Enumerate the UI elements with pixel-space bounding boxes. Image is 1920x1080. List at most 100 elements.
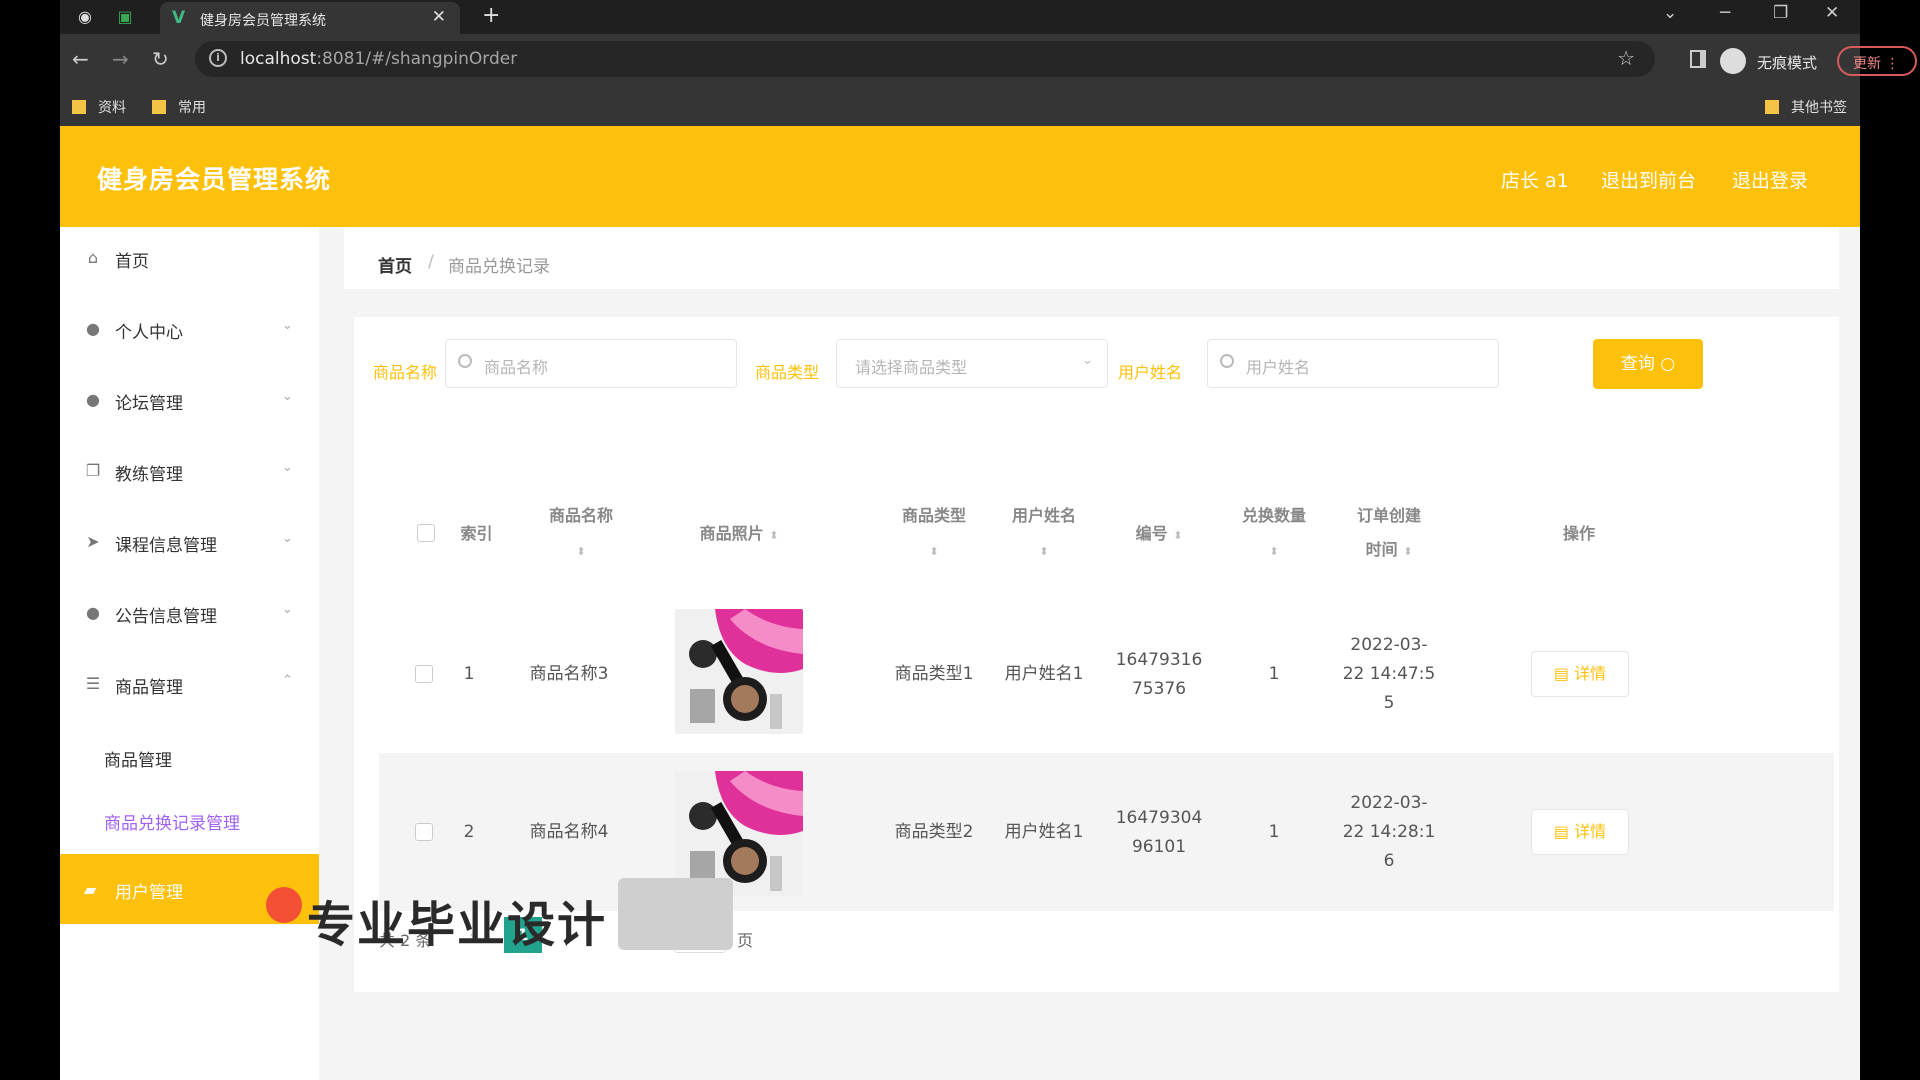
chevron-down-icon: ⌄ [282, 460, 293, 475]
table-row: 1 商品名称3 商品类型1 用户姓名1 16479316 75376 1 202… [379, 595, 1834, 753]
cell-name: 商品名称4 [529, 822, 609, 842]
header-user-link[interactable]: 店长 a1 [1501, 166, 1569, 193]
star-icon[interactable]: ☆ [1617, 46, 1635, 70]
user-icon: ● [86, 319, 100, 338]
product-photo [675, 609, 803, 734]
folder-icon [1765, 100, 1779, 114]
breadcrumb-separator: / [428, 252, 434, 272]
copy-icon: ❐ [85, 461, 101, 480]
close-tab-icon[interactable]: ✕ [432, 7, 446, 27]
sidebar-subitem-goods[interactable]: 商品管理 [104, 746, 172, 771]
sidebar-subitem-exchange[interactable]: 商品兑换记录管理 [104, 809, 240, 834]
forward-icon[interactable]: → [112, 47, 129, 71]
goods-type-select[interactable]: 请选择商品类型 ⌄ [836, 339, 1108, 388]
doc-icon: ▤ [1553, 822, 1569, 841]
send-icon: ➤ [86, 532, 100, 551]
cursor-highlight [266, 887, 302, 923]
address-bar: ← → ↻ i localhost:8081/#/shangpinOrder ☆ [60, 34, 1860, 86]
col-index: 索引 [460, 524, 493, 543]
col-photo[interactable]: 商品照片 ⬍ [639, 517, 839, 553]
detail-button[interactable]: ▤ 详情 [1531, 651, 1629, 697]
user-name-input[interactable]: 用户姓名 [1207, 339, 1499, 388]
col-code[interactable]: 编号 ⬍ [1109, 517, 1209, 553]
query-button[interactable]: 查询 ○ [1593, 339, 1703, 389]
vue-icon: V [172, 8, 186, 28]
home-icon: ⌂ [87, 248, 99, 267]
globe-icon[interactable]: ◉ [74, 6, 96, 28]
back-icon[interactable]: ← [72, 47, 89, 71]
breadcrumb: 首页 / 商品兑换记录 [344, 227, 1839, 289]
sidepanel-icon[interactable] [1690, 50, 1706, 68]
folder-icon [72, 100, 86, 114]
sort-icon[interactable]: ⬍ [1403, 535, 1412, 569]
cell-qty: 1 [1268, 822, 1280, 842]
sidebar-item-course[interactable]: ➤ 课程信息管理 ⌄ [60, 511, 319, 571]
col-type[interactable]: 商品类型 ⬍ [879, 499, 989, 569]
other-bookmarks[interactable]: 其他书签 [1765, 97, 1847, 117]
sidebar-item-forum[interactable]: ● 论坛管理 ⌄ [60, 369, 319, 429]
close-window-icon[interactable]: ✕ [1825, 3, 1839, 23]
cell-qty: 1 [1268, 664, 1280, 684]
goods-name-input[interactable]: 商品名称 [445, 339, 737, 388]
sidebar-item-notice[interactable]: ● 公告信息管理 ⌄ [60, 582, 319, 642]
list-icon: ☰ [85, 674, 101, 693]
orders-table: 索引 商品名称 ⬍ 商品照片 ⬍ 商品类型 ⬍ 用户姓名 ⬍ 编号 ⬍ 兑换数量 ⬍ 订… [379, 477, 1834, 911]
new-tab-icon[interactable]: + [482, 3, 500, 28]
row-checkbox[interactable] [415, 665, 433, 683]
breadcrumb-home[interactable]: 首页 [378, 252, 412, 277]
col-action: 操作 [1562, 524, 1595, 543]
col-name[interactable]: 商品名称 ⬍ [521, 499, 641, 569]
cell-type: 商品类型2 [894, 822, 974, 842]
screen: ◉ ▣ V 健身房会员管理系统 ✕ + ⌄ ─ ❐ ✕ ← → ↻ i loca… [0, 0, 1920, 1080]
search-icon [1220, 354, 1234, 368]
chevron-down-icon: ⌄ [1082, 353, 1093, 368]
chevron-down-icon: ⌄ [282, 389, 293, 404]
sort-icon[interactable]: ⬍ [1039, 535, 1048, 569]
sort-icon[interactable]: ⬍ [576, 535, 585, 569]
sheet-icon[interactable]: ▣ [114, 6, 136, 28]
folder-icon [152, 100, 166, 114]
minimize-icon[interactable]: ─ [1720, 3, 1730, 23]
header-logout-link[interactable]: 退出登录 [1732, 166, 1808, 193]
sidebar-item-goods[interactable]: ☰ 商品管理 ⌃ [60, 653, 319, 713]
page-suffix: 页 [737, 931, 754, 950]
cell-code: 16479316 75376 [1115, 650, 1203, 699]
tab-bar: ◉ ▣ V 健身房会员管理系统 ✕ + ⌄ ─ ❐ ✕ [60, 0, 1860, 34]
header-frontend-link[interactable]: 退出到前台 [1601, 166, 1696, 193]
sort-icon[interactable]: ⬍ [1173, 519, 1182, 553]
cell-code: 16479304 96101 [1115, 808, 1203, 857]
search-icon [458, 354, 472, 368]
bulb-icon: ● [86, 390, 100, 409]
sidebar-item-home[interactable]: ⌂ 首页 [60, 227, 319, 287]
tab-active[interactable]: V 健身房会员管理系统 ✕ [160, 2, 460, 34]
sidebar-item-coach[interactable]: ❐ 教练管理 ⌄ [60, 440, 319, 500]
chevron-down-icon: ⌄ [282, 318, 293, 333]
info-icon[interactable]: i [209, 49, 227, 67]
cell-name: 商品名称3 [529, 664, 609, 684]
detail-button[interactable]: ▤ 详情 [1531, 809, 1629, 855]
select-all-checkbox[interactable] [417, 524, 435, 542]
col-user[interactable]: 用户姓名 ⬍ [994, 499, 1094, 569]
incognito-icon[interactable] [1720, 48, 1746, 74]
sidebar: ⌂ 首页 ● 个人中心 ⌄ ● 论坛管理 ⌄ ❐ 教练管理 ⌄ ➤ 课程信息管理… [60, 227, 319, 1080]
cell-type: 商品类型1 [894, 664, 974, 684]
tab-search-icon[interactable]: ⌄ [1663, 3, 1677, 23]
bookmark-folder[interactable]: 资料 [72, 97, 126, 117]
cell-created: 2022-03- 22 14:28:1 6 [1342, 793, 1436, 871]
bookmark-folder[interactable]: 常用 [152, 97, 206, 117]
cell-user: 用户姓名1 [1004, 822, 1084, 842]
sort-icon[interactable]: ⬍ [929, 535, 938, 569]
row-checkbox[interactable] [415, 823, 433, 841]
col-created[interactable]: 订单创建 时间 ⬍ [1339, 499, 1439, 569]
bookmarks-bar: 资料 常用 其他书签 [60, 86, 1860, 126]
sort-icon[interactable]: ⬍ [769, 519, 778, 553]
url-field[interactable]: i localhost:8081/#/shangpinOrder ☆ [195, 41, 1655, 77]
chevron-up-icon: ⌃ [282, 673, 293, 688]
restore-icon[interactable]: ❐ [1773, 3, 1788, 23]
sort-icon[interactable]: ⬍ [1269, 535, 1278, 569]
reload-icon[interactable]: ↻ [152, 47, 169, 71]
col-qty[interactable]: 兑换数量 ⬍ [1224, 499, 1324, 569]
doc-icon: ▤ [1553, 664, 1569, 683]
update-button[interactable]: 更新 ⋮ [1837, 46, 1917, 76]
sidebar-item-profile[interactable]: ● 个人中心 ⌄ [60, 298, 319, 358]
